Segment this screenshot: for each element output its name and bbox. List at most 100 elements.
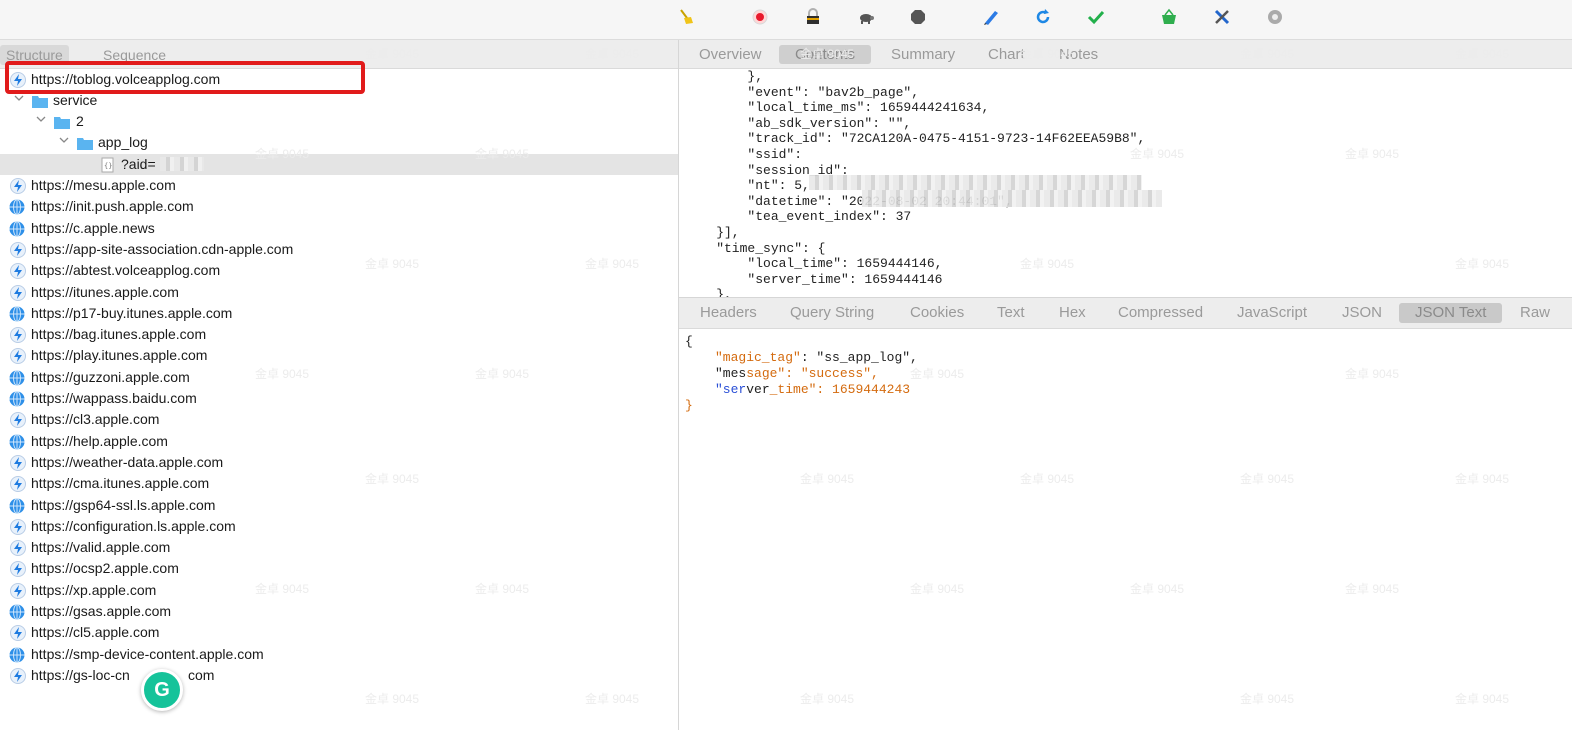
tab-overview[interactable]: Overview: [683, 45, 778, 64]
tree-2-label: 2: [76, 113, 84, 129]
bolt-icon: [10, 178, 26, 194]
host-label: https://cl3.apple.com: [31, 411, 160, 428]
tab-summary[interactable]: Summary: [875, 45, 971, 64]
tab-raw[interactable]: Raw: [1504, 303, 1566, 323]
chevron-down-icon[interactable]: [59, 135, 69, 145]
watermark: 金卓 9045: [910, 582, 965, 596]
watermark: 金卓 9045: [1020, 47, 1075, 61]
host-row[interactable]: https://c.apple.news: [0, 218, 678, 239]
host-row[interactable]: https://help.apple.com: [0, 431, 678, 452]
watermark: 金卓 9045: [585, 47, 640, 61]
host-row[interactable]: https://cl3.apple.com: [0, 409, 678, 430]
globe-icon: [9, 199, 25, 216]
request-code-line: "ab_sdk_version": "",: [685, 115, 912, 131]
host-row[interactable]: https://xp.apple.com: [0, 580, 678, 601]
tab-json-text[interactable]: JSON Text: [1399, 303, 1503, 323]
lock-icon[interactable]: [802, 6, 824, 28]
json-file-icon: {}: [101, 157, 114, 173]
tab-javascript[interactable]: JavaScript: [1221, 303, 1323, 323]
tab-query-string[interactable]: Query String: [774, 303, 890, 323]
watermark: 金卓 9045: [1455, 257, 1510, 271]
json-key-part: "mes: [715, 366, 747, 381]
redacted-ssid: [809, 175, 1142, 190]
host-label: https://app-site-association.cdn-apple.c…: [31, 240, 294, 257]
watermark: 金卓 9045: [1020, 257, 1075, 271]
redacted-blur: [160, 157, 204, 171]
json-line-message: "message": "success",: [715, 366, 879, 382]
host-label: https://cma.itunes.apple.com: [31, 475, 210, 492]
tab-headers[interactable]: Headers: [684, 303, 773, 323]
host-row[interactable]: https://gsas.apple.com: [0, 601, 678, 622]
bolt-icon: [10, 540, 26, 557]
request-code-line: "tea_event_index": 37: [685, 209, 912, 225]
bolt-icon: [10, 348, 26, 365]
turtle-icon[interactable]: [855, 6, 877, 28]
host-row[interactable]: https://valid.apple.com: [0, 537, 678, 558]
host-row[interactable]: https://smp-device-content.apple.com: [0, 644, 678, 665]
host-row[interactable]: https://weather-data.apple.com: [0, 452, 678, 473]
host-row[interactable]: https://mesu.apple.com: [0, 175, 678, 196]
record-icon[interactable]: [749, 6, 771, 28]
basket-icon[interactable]: [1158, 6, 1180, 28]
tab-hex[interactable]: Hex: [1043, 303, 1102, 323]
settings-icon[interactable]: [1264, 6, 1286, 28]
host-label: https://wappass.baidu.com: [31, 390, 197, 406]
chevron-down-icon[interactable]: [36, 114, 46, 124]
watermark: 金卓 9045: [585, 257, 640, 271]
json-key-part: ver: [746, 382, 770, 397]
request-code-line: },: [685, 287, 732, 297]
bolt-icon: [10, 284, 26, 301]
refresh-icon[interactable]: [1032, 6, 1054, 28]
request-code-line: "ssid":: [685, 147, 803, 162]
host-row[interactable]: https://guzzoni.apple.com: [0, 367, 678, 388]
tools-icon[interactable]: [1211, 6, 1233, 28]
watermark: 金卓 9045: [1455, 472, 1510, 486]
json-key-part: "ser: [715, 382, 747, 397]
tab-compressed[interactable]: Compressed: [1102, 303, 1219, 323]
host-row[interactable]: https://abtest.volceapplog.com: [0, 260, 678, 281]
host-row[interactable]: https://cma.itunes.apple.com: [0, 473, 678, 494]
json-close-brace: }: [685, 398, 693, 413]
host-row[interactable]: https://p17-buy.itunes.apple.com: [0, 303, 678, 324]
host-row[interactable]: https://wappass.baidu.com: [0, 388, 678, 409]
watermark: 金卓 9045: [800, 692, 855, 706]
watermark: 金卓 9045: [585, 692, 640, 706]
watermark: 金卓 9045: [475, 582, 530, 596]
request-code-line: "time_sync": {: [685, 240, 826, 256]
broom-icon[interactable]: [676, 6, 698, 28]
tab-json[interactable]: JSON: [1326, 303, 1398, 323]
host-row[interactable]: https://bag.itunes.apple.com: [0, 324, 678, 345]
folder-icon: [77, 138, 93, 150]
tree-row-app-log[interactable]: app_log: [0, 132, 678, 153]
host-row[interactable]: https://itunes.apple.com: [0, 282, 678, 303]
host-label: https://mesu.apple.com: [31, 177, 176, 193]
host-row[interactable]: https://play.itunes.apple.com: [0, 345, 678, 366]
annotation-highlight-box: [5, 61, 365, 94]
tab-text[interactable]: Text: [981, 303, 1041, 323]
request-code-line: }],: [685, 225, 740, 240]
tree-row-aid[interactable]: {} ?aid=: [0, 154, 678, 175]
grammarly-button[interactable]: G: [141, 669, 183, 711]
host-row[interactable]: https://configuration.ls.apple.com: [0, 516, 678, 537]
host-row[interactable]: https://gsp64-ssl.ls.apple.com: [0, 495, 678, 516]
request-code-line: "local_time": 1659444146,: [685, 256, 943, 272]
host-label: https://gs-loc-cn: [31, 666, 130, 683]
stop-icon[interactable]: [907, 6, 929, 28]
pen-icon[interactable]: [980, 6, 1002, 28]
host-label: https://p17-buy.itunes.apple.com: [31, 304, 233, 321]
chevron-down-icon[interactable]: [14, 93, 24, 103]
host-row[interactable]: https://cl5.apple.com: [0, 622, 678, 643]
host-row[interactable]: https://init.push.apple.com: [0, 196, 678, 217]
host-row[interactable]: https://app-site-association.cdn-apple.c…: [0, 239, 678, 260]
tree-row-2[interactable]: 2: [0, 111, 678, 132]
host-label: https://ocsp2.apple.com: [31, 560, 179, 577]
host-label: https://cl5.apple.com: [31, 624, 160, 641]
watermark: 金卓 9045: [1345, 367, 1400, 381]
tab-cookies[interactable]: Cookies: [894, 303, 980, 323]
check-icon[interactable]: [1085, 6, 1107, 28]
host-row[interactable]: https://gs-loc-cn: [0, 665, 678, 686]
host-row[interactable]: https://ocsp2.apple.com: [0, 558, 678, 579]
host-label: https://c.apple.news: [31, 219, 155, 236]
bolt-icon: [10, 241, 26, 258]
globe-icon: [9, 646, 25, 663]
